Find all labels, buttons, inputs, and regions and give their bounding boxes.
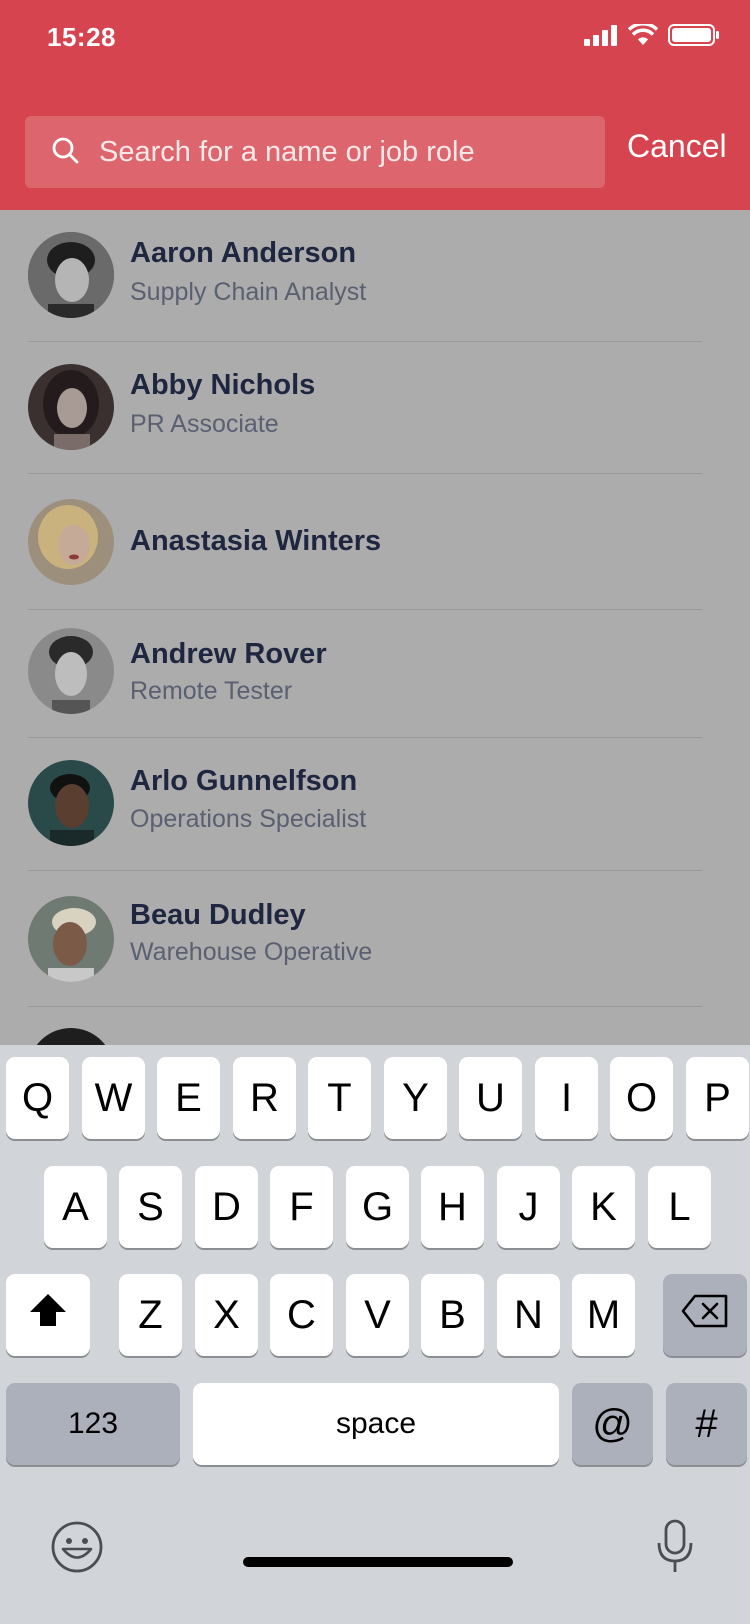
key-w[interactable]: W — [82, 1057, 145, 1139]
key-v[interactable]: V — [346, 1274, 409, 1356]
microphone-icon[interactable] — [655, 1519, 695, 1580]
signal-icon — [584, 24, 618, 51]
list-item[interactable]: Abby Nichols PR Associate — [0, 342, 750, 474]
person-role: Remote Tester — [130, 677, 293, 705]
key-d[interactable]: D — [195, 1166, 258, 1248]
person-name: Anastasia Winters — [130, 525, 382, 557]
person-name: Aaron Anderson — [130, 237, 357, 269]
key-i[interactable]: I — [535, 1057, 598, 1139]
numbers-key[interactable]: 123 — [6, 1383, 180, 1465]
key-j[interactable]: J — [497, 1166, 560, 1248]
person-role: Supply Chain Analyst — [130, 278, 367, 306]
key-n[interactable]: N — [497, 1274, 560, 1356]
emoji-icon[interactable] — [50, 1520, 104, 1579]
key-m[interactable]: M — [572, 1274, 635, 1356]
shift-key[interactable] — [6, 1274, 90, 1356]
wifi-icon — [627, 22, 659, 51]
key-x[interactable]: X — [195, 1274, 258, 1356]
at-key[interactable]: @ — [572, 1383, 653, 1465]
avatar — [28, 499, 114, 585]
shift-icon — [28, 1292, 68, 1338]
hash-key[interactable]: # — [666, 1383, 747, 1465]
avatar — [28, 628, 114, 714]
person-name: Abby Nichols — [130, 369, 316, 401]
avatar — [28, 760, 114, 846]
key-r[interactable]: R — [233, 1057, 296, 1139]
cancel-button[interactable]: Cancel — [627, 128, 727, 165]
person-name: Andrew Rover — [130, 638, 327, 670]
status-time: 15:28 — [47, 22, 116, 52]
person-role: Warehouse Operative — [130, 938, 373, 966]
person-name: Arlo Gunnelfson — [130, 765, 358, 797]
space-key[interactable]: space — [193, 1383, 559, 1465]
search-box[interactable] — [25, 116, 605, 188]
avatar — [28, 896, 114, 982]
key-q[interactable]: Q — [6, 1057, 69, 1139]
key-u[interactable]: U — [459, 1057, 522, 1139]
avatar — [28, 232, 114, 318]
avatar — [28, 1028, 114, 1045]
key-o[interactable]: O — [610, 1057, 673, 1139]
key-a[interactable]: A — [44, 1166, 107, 1248]
divider — [28, 1006, 702, 1007]
home-indicator — [243, 1557, 513, 1567]
key-p[interactable]: P — [686, 1057, 749, 1139]
list-item[interactable]: Arlo Gunnelfson Operations Specialist — [0, 738, 750, 871]
person-role: PR Associate — [130, 410, 279, 438]
key-y[interactable]: Y — [384, 1057, 447, 1139]
person-role: Operations Specialist — [130, 805, 367, 833]
key-k[interactable]: K — [572, 1166, 635, 1248]
search-icon — [51, 136, 79, 169]
key-z[interactable]: Z — [119, 1274, 182, 1356]
list-item[interactable]: Beau Dudley Warehouse Operative — [0, 871, 750, 1007]
key-c[interactable]: C — [270, 1274, 333, 1356]
person-name: Beau Dudley — [130, 899, 306, 931]
delete-key[interactable] — [663, 1274, 747, 1356]
status-bar: 15:28 — [0, 0, 750, 80]
header: 15:28 Search for a name or job role Canc… — [0, 0, 750, 210]
key-t[interactable]: T — [308, 1057, 371, 1139]
keyboard: Q W E R T Y U I O P A S D F G H J K L Z … — [0, 1045, 750, 1624]
key-s[interactable]: S — [119, 1166, 182, 1248]
delete-icon — [681, 1293, 729, 1338]
key-g[interactable]: G — [346, 1166, 409, 1248]
people-list: Aaron Anderson Supply Chain Analyst Abby… — [0, 210, 750, 1045]
key-h[interactable]: H — [421, 1166, 484, 1248]
key-b[interactable]: B — [421, 1274, 484, 1356]
list-item[interactable]: Andrew Rover Remote Tester — [0, 610, 750, 738]
key-f[interactable]: F — [270, 1166, 333, 1248]
search-input[interactable] — [99, 135, 579, 169]
key-e[interactable]: E — [157, 1057, 220, 1139]
search-row: Cancel — [25, 116, 727, 188]
key-l[interactable]: L — [648, 1166, 711, 1248]
list-item[interactable]: Aaron Anderson Supply Chain Analyst — [0, 210, 750, 342]
list-item[interactable]: Anastasia Winters — [0, 474, 750, 610]
status-icons — [584, 22, 720, 51]
avatar — [28, 364, 114, 450]
battery-icon — [668, 24, 720, 51]
